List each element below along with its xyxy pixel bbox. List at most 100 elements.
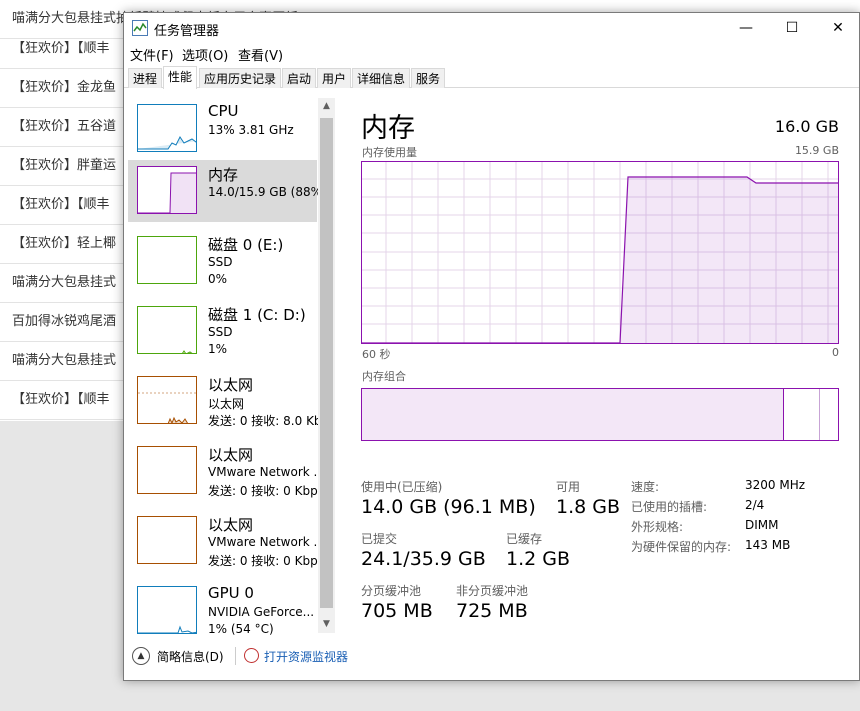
speed-label: 速度: [631, 480, 660, 494]
sidebar-item-name: CPU [208, 102, 239, 120]
tab-processes[interactable]: 进程 [128, 68, 163, 88]
fewer-details-button[interactable]: 简略信息(D) [157, 648, 224, 665]
task-manager-icon [132, 20, 148, 36]
sidebar-item-usage: 1% [208, 342, 228, 356]
sidebar-item-adapter: NVIDIA GeForce... [208, 605, 315, 619]
sidebar-item-name: 内存 [208, 166, 239, 184]
slots-label: 已使用的插槽: [631, 500, 708, 514]
form-factor-label: 外形规格: [631, 520, 684, 534]
sidebar-item-name: 磁盘 1 (C: D:) [208, 306, 306, 324]
menu-file[interactable]: 文件(F) [130, 45, 174, 64]
sidebar-item-name: 以太网 [208, 376, 254, 394]
composition-in-use [362, 389, 784, 440]
reserved-value: 143 MB [745, 538, 791, 552]
sidebar-item-ethernet-vmware[interactable]: 以太网 VMware Network ... 发送: 0 接收: 0 Kbps [128, 510, 318, 572]
sidebar-item-throughput: 发送: 0 接收: 8.0 Kbps [208, 414, 318, 428]
ethernet-mini-graph [137, 516, 197, 564]
sidebar-item-usage: 0% [208, 272, 228, 286]
committed-label: 已提交 [361, 532, 398, 546]
sidebar-item-detail: 14.0/15.9 GB (88%) [208, 185, 318, 199]
open-resource-monitor-link[interactable]: 打开资源监视器 [264, 648, 348, 665]
available-label: 可用 [556, 480, 581, 494]
sidebar-item-disk1[interactable]: 磁盘 1 (C: D:) SSD 1% [128, 300, 317, 362]
tab-users[interactable]: 用户 [317, 68, 352, 88]
close-button[interactable]: ✕ [815, 13, 859, 43]
sidebar-item-name: 磁盘 0 (E:) [208, 236, 284, 254]
task-manager-window: 任务管理器 — ☐ ✕ 文件(F) 选项(O) 查看(V) 进程 性能 应用历史… [123, 12, 860, 681]
minimize-button[interactable]: — [723, 13, 769, 43]
chevron-up-icon[interactable]: ▲ [132, 647, 150, 665]
in-use-label: 使用中(已压缩) [361, 480, 443, 494]
paged-pool-value: 705 MB [361, 600, 433, 622]
scroll-up-icon[interactable]: ▲ [318, 98, 335, 115]
ethernet-mini-graph [137, 376, 197, 424]
tab-bar: 进程 性能 应用历史记录 启动 用户 详细信息 服务 [124, 66, 859, 89]
memory-detail-panel: 内存 16.0 GB 内存使用量 15.9 GB 60 秒 0 内存组合 使用中… [336, 98, 859, 633]
tab-performance[interactable]: 性能 [163, 66, 198, 89]
tab-services[interactable]: 服务 [411, 68, 446, 88]
divider [235, 647, 236, 665]
committed-value: 24.1/35.9 GB [361, 548, 486, 570]
resource-monitor-icon [244, 648, 259, 663]
composition-label: 内存组合 [362, 370, 406, 383]
menu-view[interactable]: 查看(V) [238, 45, 283, 64]
reserved-label: 为硬件保留的内存: [631, 540, 732, 554]
nonpaged-pool-label: 非分页缓冲池 [456, 584, 529, 598]
resource-sidebar: CPU 13% 3.81 GHz 内存 14.0/15.9 GB (88%) 磁… [124, 98, 336, 636]
memory-composition-bar [361, 388, 839, 441]
ethernet-mini-graph [137, 446, 197, 494]
tab-startup[interactable]: 启动 [282, 68, 317, 88]
available-value: 1.8 GB [556, 496, 621, 518]
sidebar-scrollbar[interactable]: ▲ ▼ [318, 98, 335, 633]
usage-chart-max: 15.9 GB [794, 144, 839, 157]
time-axis-start: 60 秒 [362, 348, 391, 361]
composition-modified [784, 389, 820, 440]
footer-bar: ▲ 简略信息(D) 打开资源监视器 [124, 641, 859, 671]
cached-label: 已缓存 [506, 532, 543, 546]
sidebar-item-type: SSD [208, 325, 233, 339]
sidebar-item-name: 以太网 [208, 446, 254, 464]
menu-bar: 文件(F) 选项(O) 查看(V) [124, 43, 859, 65]
title-bar[interactable]: 任务管理器 — ☐ ✕ [124, 13, 859, 43]
sidebar-item-ethernet-vmware[interactable]: 以太网 VMware Network ... 发送: 0 接收: 0 Kbps [128, 440, 318, 502]
tab-details[interactable]: 详细信息 [352, 68, 411, 88]
sidebar-item-gpu[interactable]: GPU 0 NVIDIA GeForce... 1% (54 °C) [128, 580, 317, 642]
form-factor-value: DIMM [745, 518, 779, 532]
memory-usage-chart [361, 161, 839, 344]
scrollbar-thumb[interactable] [320, 118, 333, 608]
sidebar-item-name: GPU 0 [208, 584, 254, 602]
usage-chart-label: 内存使用量 [362, 146, 417, 159]
sidebar-item-name: 以太网 [208, 516, 254, 534]
maximize-button[interactable]: ☐ [769, 13, 815, 43]
paged-pool-label: 分页缓冲池 [361, 584, 422, 598]
window-title: 任务管理器 [154, 24, 220, 39]
sidebar-item-type: SSD [208, 255, 233, 269]
speed-value: 3200 MHz [745, 478, 806, 492]
sidebar-item-usage: 1% (54 °C) [208, 622, 274, 636]
in-use-value: 14.0 GB (96.1 MB) [361, 496, 536, 518]
menu-options[interactable]: 选项(O) [182, 45, 228, 64]
sidebar-item-cpu[interactable]: CPU 13% 3.81 GHz [128, 98, 317, 160]
disk-mini-graph [137, 236, 197, 284]
sidebar-item-adapter: VMware Network ... [208, 535, 318, 549]
gpu-mini-graph [137, 586, 197, 634]
scroll-down-icon[interactable]: ▼ [318, 616, 335, 633]
sidebar-item-detail: 13% 3.81 GHz [208, 123, 294, 137]
sidebar-item-memory[interactable]: 内存 14.0/15.9 GB (88%) [128, 160, 318, 222]
sidebar-item-ethernet[interactable]: 以太网 以太网 发送: 0 接收: 8.0 Kbps [128, 370, 318, 432]
total-memory: 16.0 GB [774, 117, 839, 136]
slots-value: 2/4 [745, 498, 765, 512]
sidebar-item-disk0[interactable]: 磁盘 0 (E:) SSD 0% [128, 230, 317, 292]
sidebar-item-throughput: 发送: 0 接收: 0 Kbps [208, 484, 318, 498]
cpu-mini-graph [137, 104, 197, 152]
nonpaged-pool-value: 725 MB [456, 600, 528, 622]
cached-value: 1.2 GB [506, 548, 571, 570]
page-title: 内存 [361, 113, 415, 144]
sidebar-item-adapter: VMware Network ... [208, 465, 318, 479]
sidebar-item-throughput: 发送: 0 接收: 0 Kbps [208, 554, 318, 568]
sidebar-item-adapter: 以太网 [208, 397, 245, 411]
memory-mini-graph [137, 166, 197, 214]
time-axis-end: 0 [832, 346, 839, 359]
tab-app-history[interactable]: 应用历史记录 [199, 68, 282, 88]
disk-mini-graph [137, 306, 197, 354]
